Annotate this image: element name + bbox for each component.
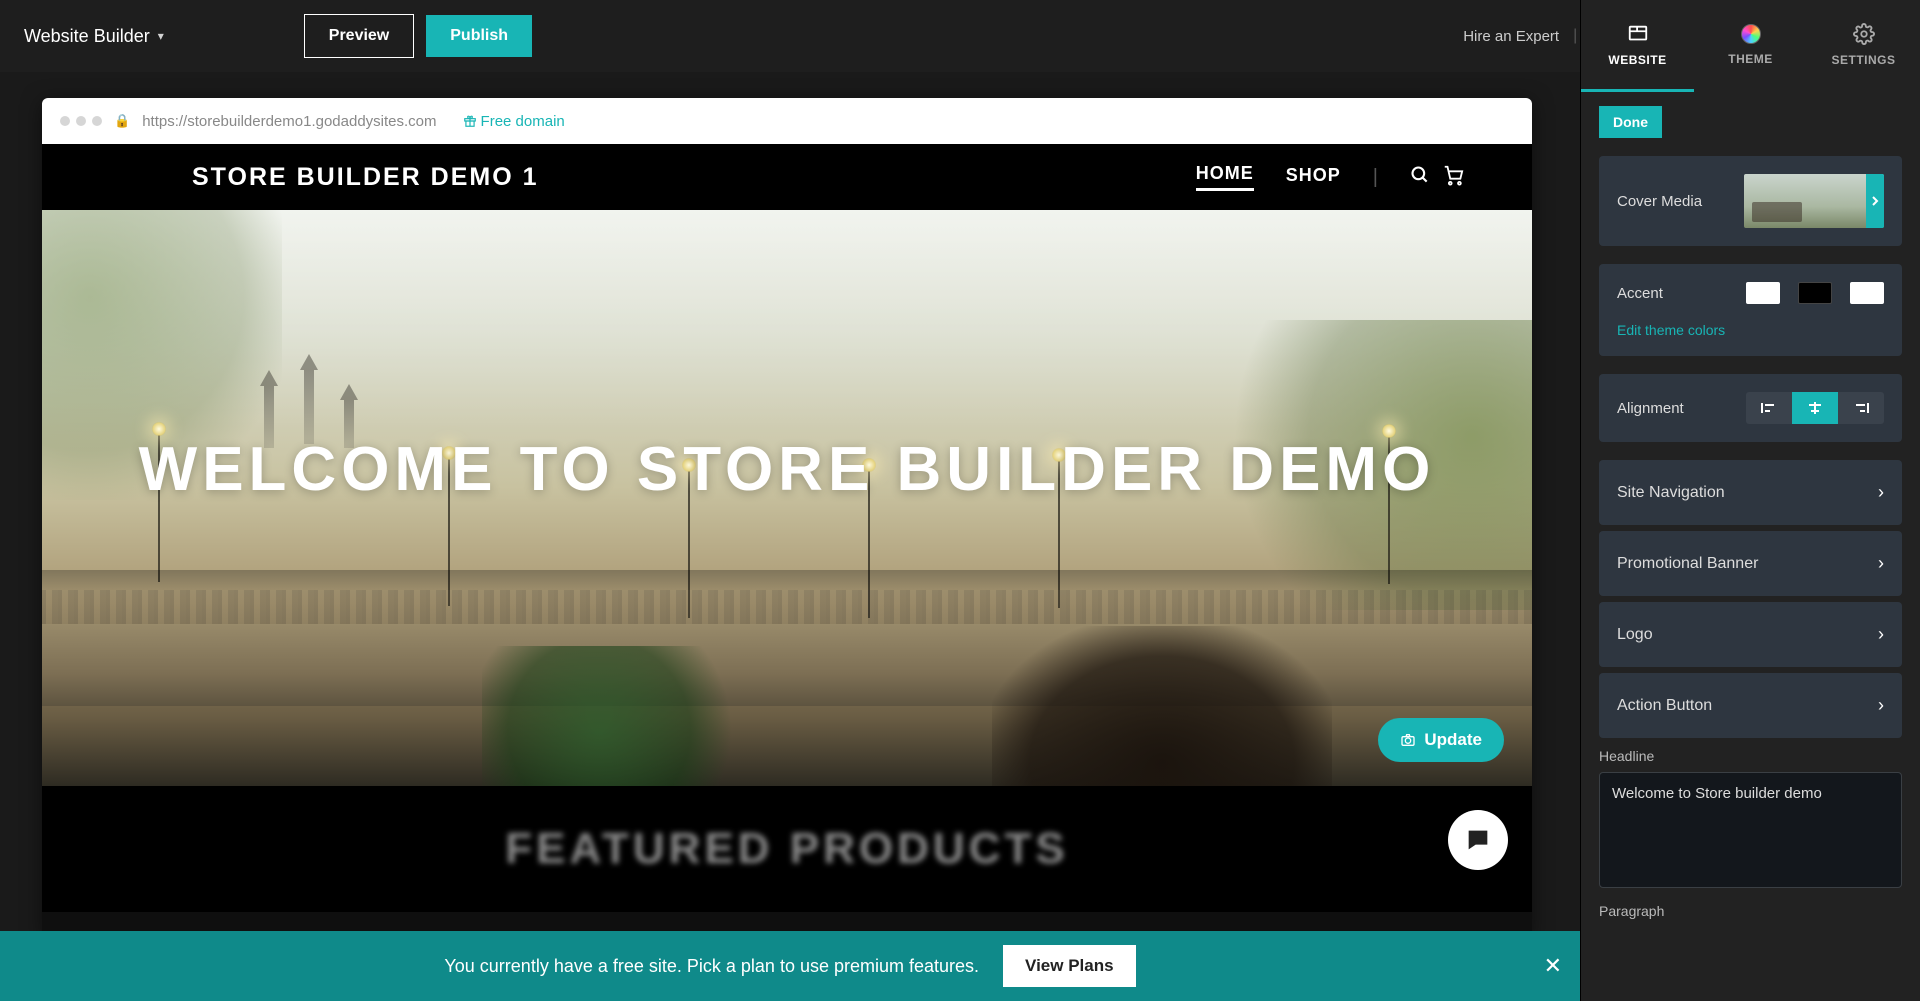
chevron-right-icon: › bbox=[1878, 695, 1884, 716]
brand-dropdown[interactable]: Website Builder ▾ bbox=[24, 26, 164, 47]
accent-swatches bbox=[1746, 282, 1884, 304]
gear-icon bbox=[1853, 23, 1875, 45]
traffic-dot bbox=[76, 116, 86, 126]
alignment-label: Alignment bbox=[1617, 400, 1684, 417]
align-right-icon bbox=[1852, 401, 1870, 415]
cover-media-label: Cover Media bbox=[1617, 193, 1702, 210]
traffic-dot bbox=[60, 116, 70, 126]
align-center-button[interactable] bbox=[1792, 392, 1838, 424]
section-label: Promotional Banner bbox=[1617, 555, 1758, 573]
section-logo[interactable]: Logo › bbox=[1599, 602, 1902, 667]
section-label: Logo bbox=[1617, 626, 1653, 644]
section-label: Site Navigation bbox=[1617, 484, 1725, 502]
done-button[interactable]: Done bbox=[1599, 106, 1662, 138]
tab-settings-label: SETTINGS bbox=[1831, 53, 1895, 67]
chevron-right-icon bbox=[1866, 174, 1884, 228]
separator: | bbox=[1373, 166, 1378, 189]
headline-field-label: Headline bbox=[1599, 748, 1902, 764]
section-label: Action Button bbox=[1617, 697, 1712, 715]
cover-thumbnail bbox=[1744, 174, 1884, 228]
tab-theme-label: THEME bbox=[1728, 52, 1773, 66]
site-navigation: STORE BUILDER DEMO 1 HOME SHOP | bbox=[42, 144, 1532, 210]
tab-settings[interactable]: SETTINGS bbox=[1807, 0, 1920, 92]
traffic-dot bbox=[92, 116, 102, 126]
search-icon[interactable] bbox=[1410, 165, 1430, 190]
separator: | bbox=[1573, 27, 1577, 45]
chevron-down-icon: ▾ bbox=[158, 29, 164, 43]
cover-media-picker[interactable] bbox=[1744, 174, 1884, 228]
chevron-right-icon: › bbox=[1878, 624, 1884, 645]
featured-products-section[interactable]: FEATURED PRODUCTS bbox=[42, 786, 1532, 912]
cover-media-card: Cover Media bbox=[1599, 156, 1902, 246]
chevron-right-icon: › bbox=[1878, 482, 1884, 503]
section-action-button[interactable]: Action Button › bbox=[1599, 673, 1902, 738]
camera-icon bbox=[1400, 732, 1416, 748]
site-url: https://storebuilderdemo1.godaddysites.c… bbox=[142, 113, 436, 130]
site-preview-canvas: 🔒 https://storebuilderdemo1.godaddysites… bbox=[42, 98, 1532, 936]
alignment-buttons bbox=[1746, 392, 1884, 424]
chat-icon bbox=[1464, 826, 1492, 854]
update-button[interactable]: Update bbox=[1378, 718, 1504, 762]
upgrade-banner: You currently have a free site. Pick a p… bbox=[0, 931, 1580, 1001]
nav-shop[interactable]: SHOP bbox=[1286, 165, 1341, 190]
panel-tabs: WEBSITE THEME SETTINGS bbox=[1581, 0, 1920, 92]
align-left-button[interactable] bbox=[1746, 392, 1792, 424]
update-label: Update bbox=[1424, 730, 1482, 750]
view-plans-button[interactable]: View Plans bbox=[1003, 945, 1136, 987]
gift-icon bbox=[463, 114, 477, 128]
edit-theme-colors-link[interactable]: Edit theme colors bbox=[1599, 322, 1902, 356]
hero-headline: WELCOME TO STORE BUILDER DEMO bbox=[42, 434, 1532, 505]
tab-website-label: WEBSITE bbox=[1608, 53, 1666, 67]
align-right-button[interactable] bbox=[1838, 392, 1884, 424]
section-promotional-banner[interactable]: Promotional Banner › bbox=[1599, 531, 1902, 596]
brand-label: Website Builder bbox=[24, 26, 150, 47]
free-domain-link[interactable]: Free domain bbox=[463, 113, 565, 130]
accent-card: Accent Edit theme colors bbox=[1599, 264, 1902, 356]
paragraph-field-label: Paragraph bbox=[1599, 903, 1902, 919]
lock-icon: 🔒 bbox=[114, 113, 130, 129]
website-icon bbox=[1627, 23, 1649, 45]
section-site-navigation[interactable]: Site Navigation › bbox=[1599, 460, 1902, 525]
site-title[interactable]: STORE BUILDER DEMO 1 bbox=[192, 163, 539, 192]
align-left-icon bbox=[1760, 401, 1778, 415]
alignment-card: Alignment bbox=[1599, 374, 1902, 442]
headline-input[interactable] bbox=[1599, 772, 1902, 888]
cart-icon[interactable] bbox=[1442, 164, 1464, 191]
address-bar: 🔒 https://storebuilderdemo1.godaddysites… bbox=[42, 98, 1532, 144]
nav-home[interactable]: HOME bbox=[1196, 163, 1254, 191]
free-domain-label: Free domain bbox=[481, 113, 565, 130]
accent-swatch-1[interactable] bbox=[1746, 282, 1780, 304]
accent-label: Accent bbox=[1617, 285, 1663, 302]
align-center-icon bbox=[1806, 401, 1824, 415]
featured-title: FEATURED PRODUCTS bbox=[505, 824, 1068, 874]
window-traffic-lights bbox=[60, 116, 102, 126]
tab-website[interactable]: WEBSITE bbox=[1581, 0, 1694, 92]
close-icon[interactable]: ✕ bbox=[1544, 953, 1562, 979]
accent-swatch-2[interactable] bbox=[1798, 282, 1832, 304]
banner-text: You currently have a free site. Pick a p… bbox=[444, 956, 979, 977]
chat-fab[interactable] bbox=[1448, 810, 1508, 870]
chevron-right-icon: › bbox=[1878, 553, 1884, 574]
theme-icon bbox=[1741, 24, 1761, 44]
right-panel: WEBSITE THEME SETTINGS Done Cover Media bbox=[1580, 0, 1920, 1001]
hire-expert-link[interactable]: Hire an Expert bbox=[1463, 28, 1559, 45]
tab-theme[interactable]: THEME bbox=[1694, 0, 1807, 92]
publish-button[interactable]: Publish bbox=[426, 15, 532, 57]
preview-button[interactable]: Preview bbox=[304, 14, 414, 58]
hero-section[interactable]: WELCOME TO STORE BUILDER DEMO Update bbox=[42, 210, 1532, 786]
accent-swatch-3[interactable] bbox=[1850, 282, 1884, 304]
